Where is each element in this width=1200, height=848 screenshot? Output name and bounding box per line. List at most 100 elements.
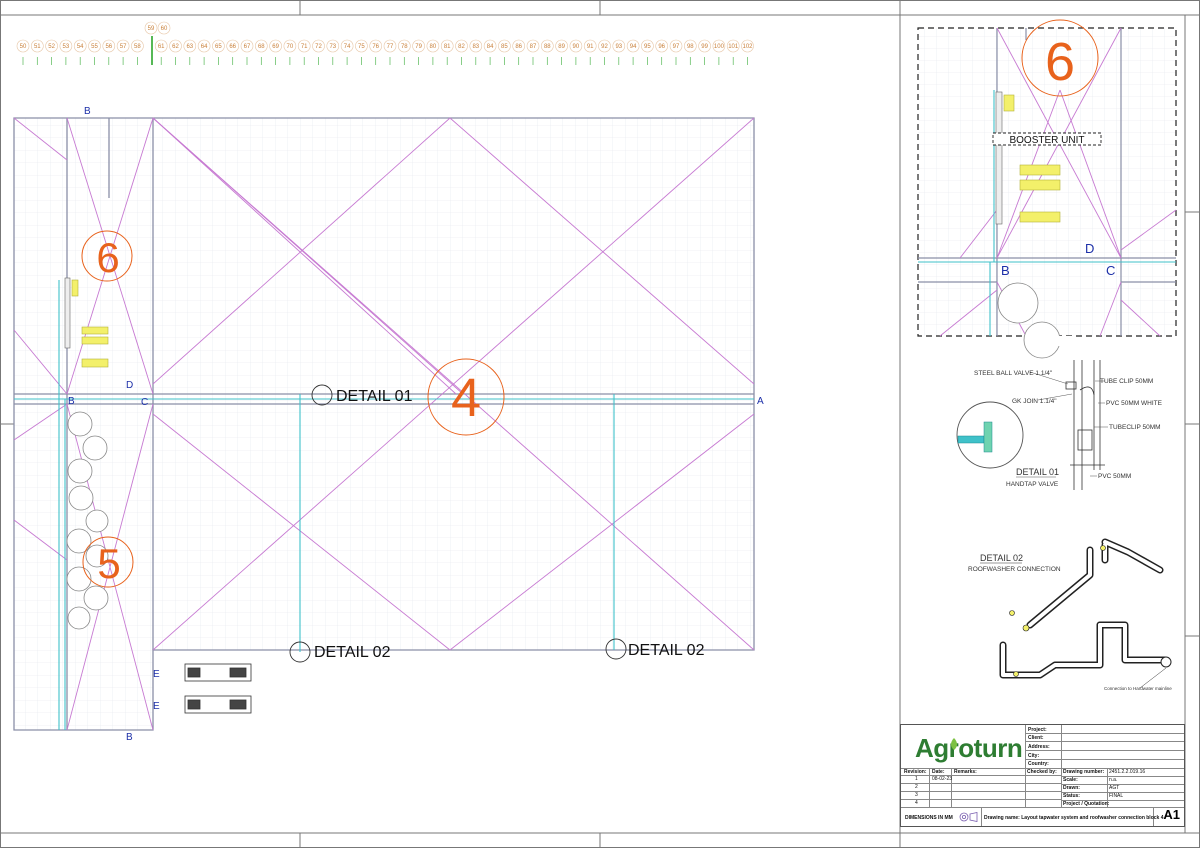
label-tubeclip: TUBECLIP 50MM [1109, 424, 1161, 431]
ruler-number: 83 [472, 44, 479, 50]
ruler-number: 64 [201, 44, 208, 50]
ruler-number: 63 [186, 44, 193, 50]
checked-by-header: Checked by: [1027, 769, 1057, 775]
ruler-number: 73 [329, 44, 336, 50]
detail-01-drawing: STEEL BALL VALVE 1.1/4" TUBE CLIP 50MM G… [956, 360, 1163, 490]
label-gk-join: GK JOIN 1.1/4" [1012, 398, 1057, 405]
detail-01-subtitle: HANDTAP VALVE [1006, 481, 1059, 488]
revision-4-number: 4 [915, 800, 918, 806]
ruler-number: 82 [458, 44, 465, 50]
detail-01-callout: DETAIL 01 [336, 388, 413, 405]
remarks-header: Remarks: [954, 769, 977, 775]
revision-1-number: 1 [915, 776, 918, 782]
label-steel-ball-valve: STEEL BALL VALVE 1.1/4" [974, 370, 1053, 377]
ruler-number: 91 [587, 44, 594, 50]
ruler-number: 66 [229, 44, 236, 50]
project-label: Project: [1028, 727, 1047, 733]
ruler-number: 86 [515, 44, 522, 50]
detail-02-subtitle: ROOFWASHER CONNECTION [968, 566, 1061, 573]
revision-1-date: 08-02-23 [932, 776, 953, 782]
ruler-number: 51 [34, 44, 41, 50]
detail-02-title: DETAIL 02 [980, 553, 1023, 563]
section-marker-b-top: B [84, 106, 91, 117]
ruler-number: 62 [172, 44, 179, 50]
revision-3-number: 3 [915, 792, 918, 798]
ruler-number: 94 [630, 44, 637, 50]
inset-area-label-6: 6 [1045, 32, 1075, 92]
project-quotation-label: Project / Quotation: [1063, 801, 1110, 807]
area-label-6: 6 [96, 234, 119, 281]
label-pvc-white: PVC 50MM WHITE [1106, 400, 1163, 407]
ruler-number: 90 [573, 44, 580, 50]
scale-value: n.a. [1109, 777, 1118, 783]
ruler-number: 77 [387, 44, 394, 50]
ruler-number: 71 [301, 44, 308, 50]
inset-block-6: 6 BOOSTER UNIT D B C [917, 19, 1177, 359]
site-plan [13, 117, 755, 731]
agroturn-logo: Agroturn [915, 733, 1023, 763]
ruler-number: 60 [161, 26, 168, 32]
ruler-number: 78 [401, 44, 408, 50]
ruler-number: 97 [673, 44, 680, 50]
ruler-number: 93 [615, 44, 622, 50]
drawing-number-value: 2451.2.2.019.16 [1109, 769, 1146, 775]
section-marker-e-1: E [153, 669, 160, 680]
ruler-number: 52 [48, 44, 55, 50]
ruler-number: 79 [415, 44, 422, 50]
leaf-logo-icon [951, 738, 957, 750]
ruler-number: 99 [701, 44, 708, 50]
country-label: Country: [1028, 761, 1049, 767]
ruler-number: 54 [77, 44, 84, 50]
column-ruler: 50 51 52 53 54 55 56 57 58 59 60 61 62 63 64 65 66 67 68 69… [16, 21, 754, 65]
ruler-number: 55 [91, 44, 98, 50]
ruler-number: 95 [644, 44, 651, 50]
section-marker-d-top: D [126, 380, 133, 391]
ruler-number: 61 [158, 44, 165, 50]
inset-marker-c: C [1106, 263, 1115, 278]
ruler-number: 92 [601, 44, 608, 50]
dimensions-note: DIMENSIONS IN MM [905, 815, 953, 821]
ruler-number: 85 [501, 44, 508, 50]
detail-01-title: DETAIL 01 [1016, 467, 1059, 477]
ruler-number: 88 [544, 44, 551, 50]
ruler-number: 74 [344, 44, 351, 50]
ruler-number: 100 [714, 44, 725, 50]
ruler-number: 56 [105, 44, 112, 50]
sheet-size: A1 [1163, 807, 1180, 822]
ruler-number: 58 [134, 44, 141, 50]
section-marker-b-bottom: B [126, 732, 133, 743]
ruler-number: 65 [215, 44, 222, 50]
detail-02-note: Connection to Hardwater mainline [1104, 686, 1172, 691]
ruler-number: 81 [444, 44, 451, 50]
ruler-number: 57 [120, 44, 127, 50]
detail-02-callout-right: DETAIL 02 [628, 642, 705, 659]
ruler-number: 76 [372, 44, 379, 50]
cad-drawing-sheet: 50 51 52 53 54 55 56 57 5859 6061 62 63 64 65 66 67 68 69… [0, 0, 1200, 848]
status-value: FINAL [1109, 793, 1124, 799]
ruler-number: 89 [558, 44, 565, 50]
area-label-5: 5 [97, 540, 120, 587]
date-header: Date: [932, 769, 945, 775]
drawn-label: Drawn: [1063, 785, 1080, 791]
projection-symbol-icon [959, 812, 978, 822]
ruler-number: 96 [658, 44, 665, 50]
client-label: Client: [1028, 735, 1044, 741]
scale-label: Scale: [1063, 777, 1078, 783]
area-label-4: 4 [451, 368, 481, 428]
section-marker-a-right: A [757, 396, 764, 407]
address-label: Address: [1028, 744, 1050, 750]
ruler-number: 101 [728, 44, 739, 50]
label-tube-clip-top: TUBE CLIP 50MM [1100, 378, 1153, 385]
booster-unit-label: BOOSTER UNIT [1009, 135, 1084, 146]
label-pvc-bottom: PVC 50MM [1098, 473, 1131, 480]
inset-marker-b: B [1001, 263, 1010, 278]
ruler-number: 69 [272, 44, 279, 50]
section-marker-b-left: B [68, 396, 75, 407]
status-label: Status: [1063, 793, 1080, 799]
ruler-number: 67 [244, 44, 251, 50]
ruler-number: 53 [63, 44, 70, 50]
ruler-number: 70 [287, 44, 294, 50]
revision-2-number: 2 [915, 784, 918, 790]
inset-marker-d: D [1085, 241, 1094, 256]
detail-02-callout-left: DETAIL 02 [314, 644, 391, 661]
